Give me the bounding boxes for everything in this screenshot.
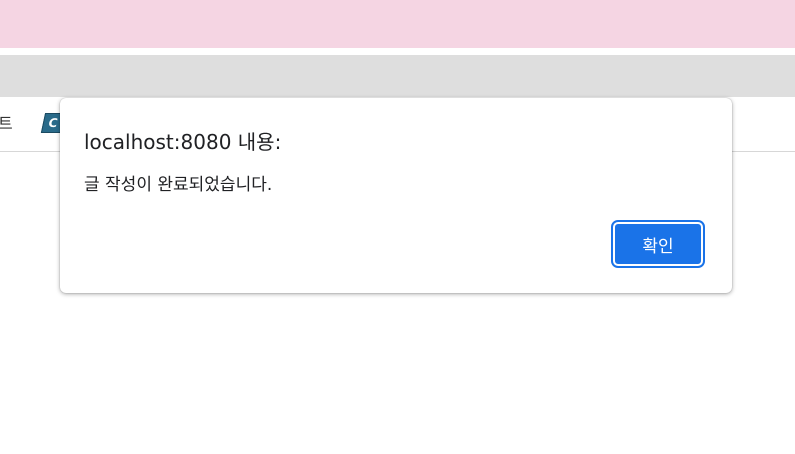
ok-button[interactable]: 확인 — [611, 220, 705, 268]
dialog-title: localhost:8080 내용: — [84, 130, 282, 154]
browser-top-strip — [0, 0, 795, 48]
alert-dialog: localhost:8080 내용: 글 작성이 완료되었습니다. 확인 — [60, 98, 732, 293]
dialog-message: 글 작성이 완료되었습니다. — [84, 175, 273, 195]
bookmark-item-label[interactable]: 트 — [0, 110, 13, 134]
browser-toolbar — [0, 55, 795, 97]
